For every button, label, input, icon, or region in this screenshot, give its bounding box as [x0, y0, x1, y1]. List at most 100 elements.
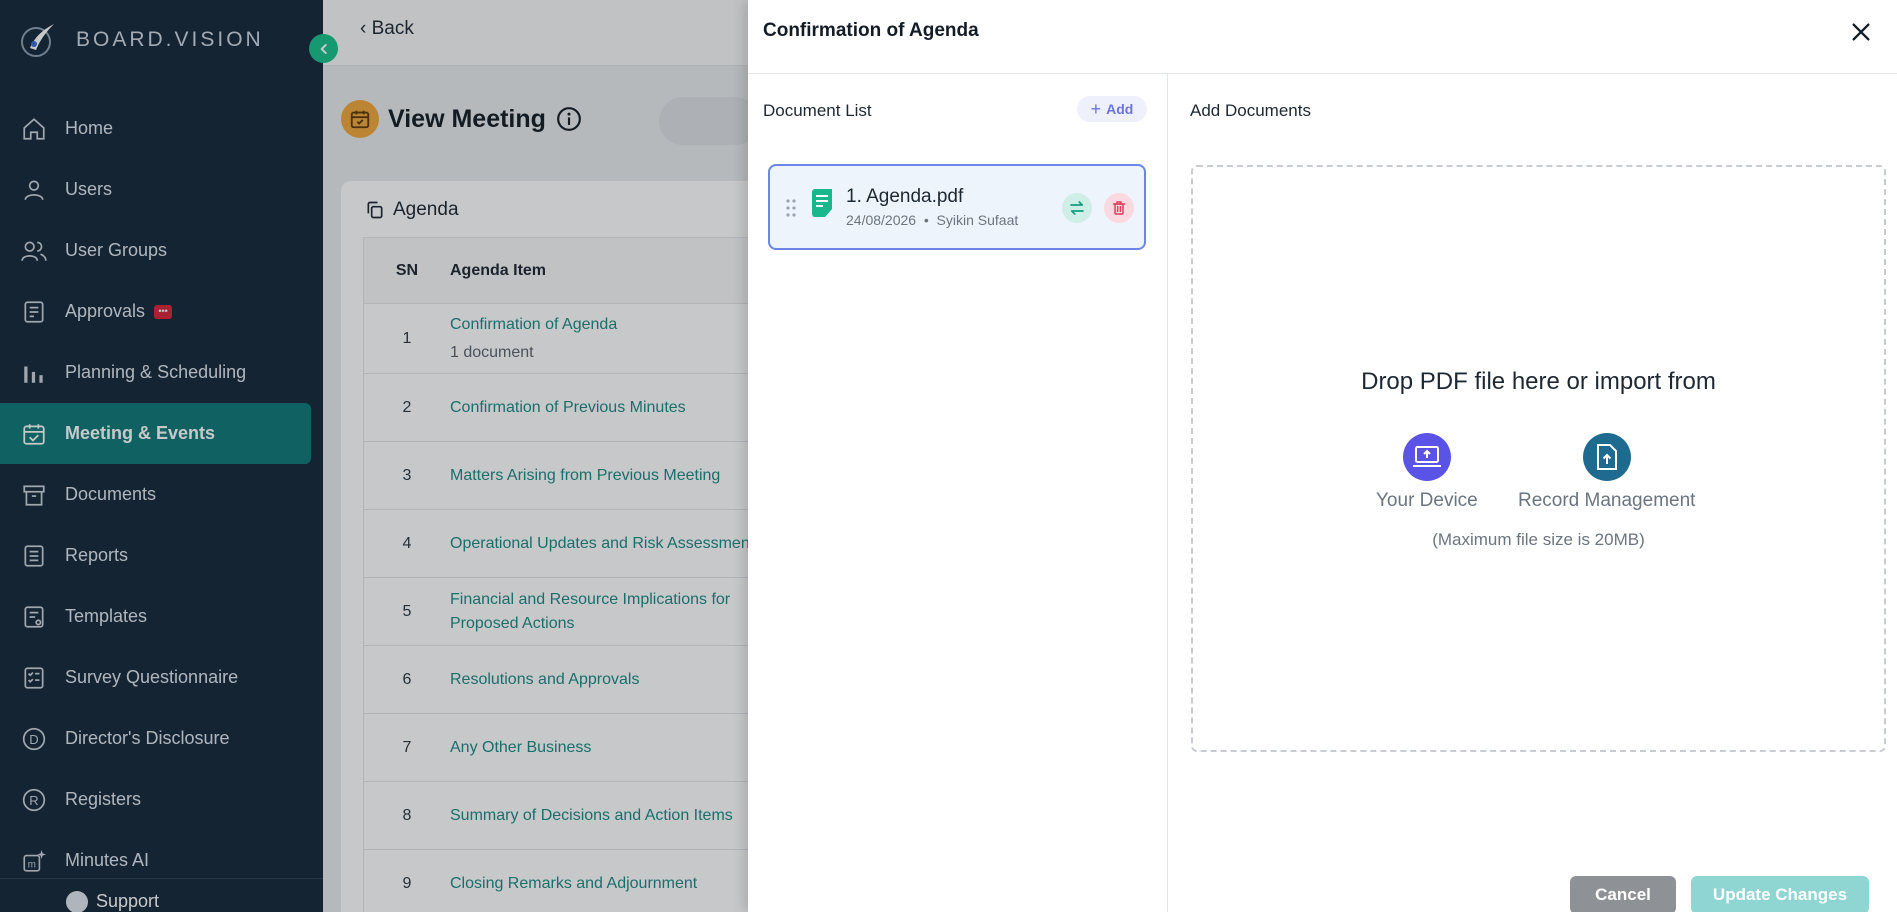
sidebar-item-label: Home [65, 118, 114, 138]
approval-icon [20, 298, 48, 326]
chat-badge-icon: ••• [154, 304, 173, 319]
swap-icon [1070, 201, 1084, 215]
support-label: Support [96, 891, 160, 911]
brand-name: BOARD.VISION [76, 28, 264, 51]
drawer-header: Confirmation of Agenda [748, 0, 1897, 74]
info-icon[interactable] [556, 106, 582, 132]
cancel-button[interactable]: Cancel [1570, 876, 1676, 912]
table-row[interactable]: 6 Resolutions and Approvals [364, 646, 783, 714]
add-documents-pane: Add Documents Drop PDF file here or impo… [1168, 74, 1897, 912]
sidebar-item-label: Director's Disclosure [65, 728, 230, 748]
sidebar: BOARD.VISION Home Users User Groups Appr… [0, 0, 323, 912]
svg-text:D: D [29, 731, 38, 746]
table-row[interactable]: 4 Operational Updates and Risk Assessmen… [364, 510, 783, 578]
agenda-item-link[interactable]: Matters Arising from Previous Meeting [450, 464, 783, 488]
sidebar-item-survey[interactable]: Survey Questionnaire [0, 647, 323, 708]
document-list-label: Document List [763, 101, 872, 120]
sidebar-item-meeting-events[interactable]: Meeting & Events [0, 403, 311, 464]
delete-document-button[interactable] [1104, 193, 1134, 223]
import-your-device[interactable]: Your Device [1376, 433, 1478, 512]
sidebar-item-user-groups[interactable]: User Groups [0, 220, 323, 281]
table-row[interactable]: 3 Matters Arising from Previous Meeting [364, 442, 783, 510]
back-button[interactable]: ‹ Back [360, 18, 414, 40]
bar-chart-icon [20, 359, 48, 387]
sidebar-item-label: Documents [65, 484, 157, 504]
sidebar-item-label: Reports [65, 545, 129, 565]
page-header: View Meeting [341, 100, 582, 138]
trash-icon [1112, 201, 1126, 215]
sidebar-item-templates[interactable]: Templates [0, 586, 323, 647]
back-label: Back [371, 18, 414, 39]
import-record-management[interactable]: Record Management [1518, 433, 1695, 512]
agenda-heading: Agenda [365, 199, 459, 221]
sidebar-item-label: Survey Questionnaire [65, 667, 239, 687]
agenda-item-link[interactable]: Resolutions and Approvals [450, 668, 783, 692]
laptop-upload-icon [1402, 433, 1451, 481]
sidebar-item-directors-disclosure[interactable]: D Director's Disclosure [0, 708, 323, 769]
table-header: SN Agenda Item [364, 238, 783, 304]
document-item[interactable]: 1. Agenda.pdf 24/08/2026 • Syikin Sufaat [768, 164, 1146, 250]
calendar-check-icon [20, 420, 48, 448]
agenda-item-link[interactable]: Confirmation of Agenda [450, 316, 617, 333]
close-button[interactable] [1847, 18, 1875, 46]
app-window: BOARD.VISION Home Users User Groups Appr… [0, 0, 1897, 912]
sidebar-item-label: Users [65, 179, 113, 199]
archive-icon [20, 481, 48, 509]
table-row[interactable]: 5 Financial and Resource Implications fo… [364, 578, 783, 646]
add-documents-label: Add Documents [1190, 101, 1311, 120]
sidebar-item-planning[interactable]: Planning & Scheduling [0, 342, 323, 403]
table-row[interactable]: 2 Confirmation of Previous Minutes [364, 374, 783, 442]
document-name: 1. Agenda.pdf [846, 186, 964, 207]
header-pill [659, 97, 759, 145]
user-icon [20, 176, 48, 204]
survey-icon [20, 664, 48, 692]
brand-logo-icon [21, 24, 54, 57]
drop-instructions: Drop PDF file here or import from [1361, 368, 1716, 395]
document-meta: 24/08/2026 • Syikin Sufaat [846, 212, 1018, 228]
drag-handle-icon[interactable] [786, 198, 796, 218]
agenda-item-link[interactable]: Financial and Resource Implications for … [450, 588, 783, 636]
sidebar-nav: Home Users User Groups Approvals ••• Pla… [0, 98, 323, 891]
file-dropzone[interactable]: Drop PDF file here or import from Your D… [1191, 165, 1886, 752]
agenda-item-link[interactable]: Summary of Decisions and Action Items [450, 804, 783, 828]
add-document-button[interactable]: + Add [1077, 96, 1147, 122]
collapse-sidebar-button[interactable] [309, 34, 338, 63]
document-count: 1 document [450, 343, 534, 361]
sidebar-item-users[interactable]: Users [0, 159, 323, 220]
document-drawer: Confirmation of Agenda Document List + Ad… [748, 0, 1897, 912]
table-row[interactable]: 1 Confirmation of Agenda 1 document [364, 304, 783, 374]
table-row[interactable]: 8 Summary of Decisions and Action Items [364, 782, 783, 850]
sidebar-item-label: Meeting & Events [65, 423, 216, 443]
sidebar-item-registers[interactable]: R Registers [0, 769, 323, 830]
agenda-item-link[interactable]: Closing Remarks and Adjournment [450, 872, 783, 896]
sidebar-item-label: User Groups [65, 240, 168, 260]
r-circle-icon: R [20, 786, 48, 814]
meta-separator: • [923, 212, 929, 228]
document-list-pane: Document List + Add 1. Agenda.pdf 24/08/2… [748, 74, 1168, 912]
brand[interactable]: BOARD.VISION [18, 20, 264, 60]
sidebar-item-approvals[interactable]: Approvals ••• [0, 281, 323, 342]
support-avatar-icon [66, 891, 88, 912]
max-file-size-note: (Maximum file size is 20MB) [1432, 530, 1645, 549]
list-icon [20, 542, 48, 570]
sidebar-item-reports[interactable]: Reports [0, 525, 323, 586]
column-header-agenda-item: Agenda Item [450, 261, 547, 279]
update-changes-button[interactable]: Update Changes [1691, 876, 1869, 912]
sidebar-item-documents[interactable]: Documents [0, 464, 323, 525]
sidebar-item-label: Registers [65, 789, 142, 809]
table-row[interactable]: 9 Closing Remarks and Adjournment [364, 850, 783, 912]
agenda-card: Agenda SN Agenda Item 1 Confirmation of … [341, 181, 801, 912]
document-icon [812, 189, 832, 217]
agenda-item-link[interactable]: Operational Updates and Risk Assessment [450, 532, 783, 556]
agenda-item-link[interactable]: Any Other Business [450, 736, 783, 760]
agenda-item-link[interactable]: Confirmation of Previous Minutes [450, 396, 783, 420]
sidebar-item-home[interactable]: Home [0, 98, 323, 159]
sidebar-item-label: Approvals [65, 301, 146, 321]
calendar-icon [341, 100, 379, 138]
column-header-sn: SN [395, 261, 419, 279]
drawer-title: Confirmation of Agenda [763, 20, 979, 41]
your-device-label: Your Device [1376, 490, 1478, 511]
support-link[interactable]: Support [0, 878, 323, 912]
replace-document-button[interactable] [1062, 193, 1092, 223]
table-row[interactable]: 7 Any Other Business [364, 714, 783, 782]
